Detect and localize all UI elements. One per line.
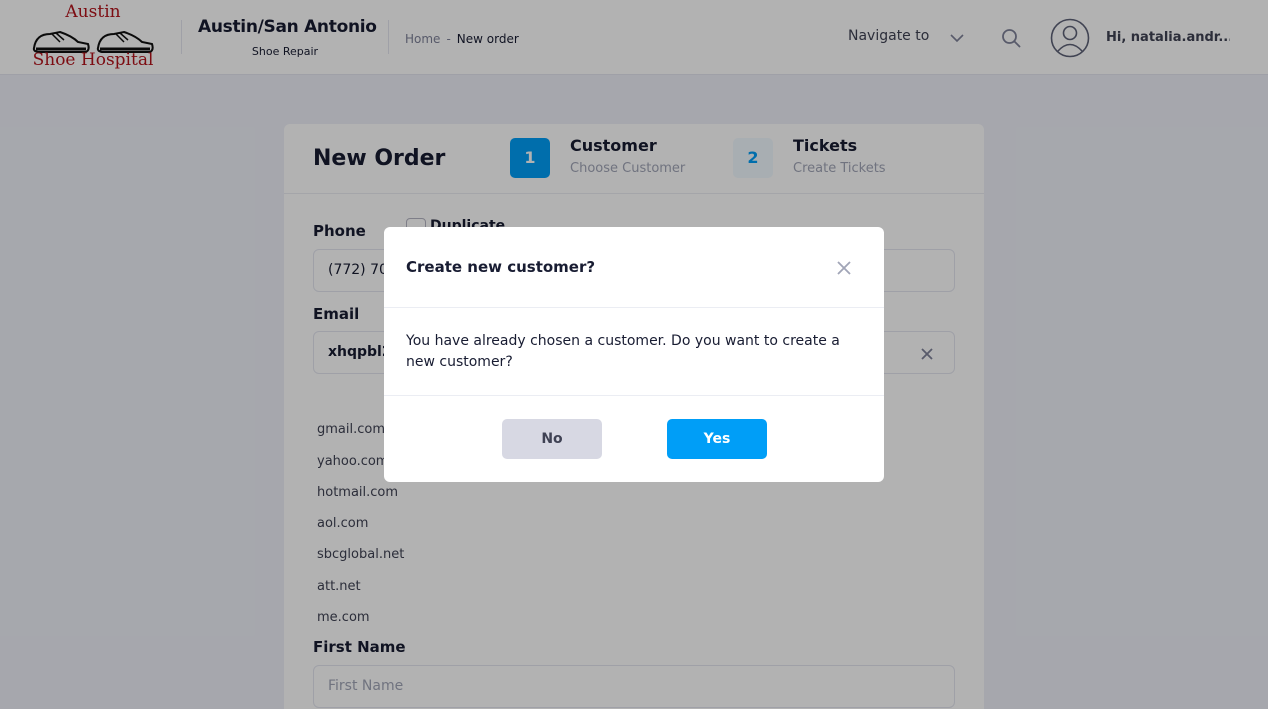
close-icon[interactable] bbox=[835, 259, 853, 277]
yes-button[interactable]: Yes bbox=[667, 419, 767, 459]
dialog-divider bbox=[384, 395, 884, 396]
dialog-title: Create new customer? bbox=[406, 258, 596, 276]
no-button[interactable]: No bbox=[502, 419, 602, 459]
create-customer-dialog: Create new customer? You have already ch… bbox=[384, 227, 884, 482]
dialog-header: Create new customer? bbox=[384, 227, 884, 308]
dialog-message: You have already chosen a customer. Do y… bbox=[406, 333, 840, 370]
